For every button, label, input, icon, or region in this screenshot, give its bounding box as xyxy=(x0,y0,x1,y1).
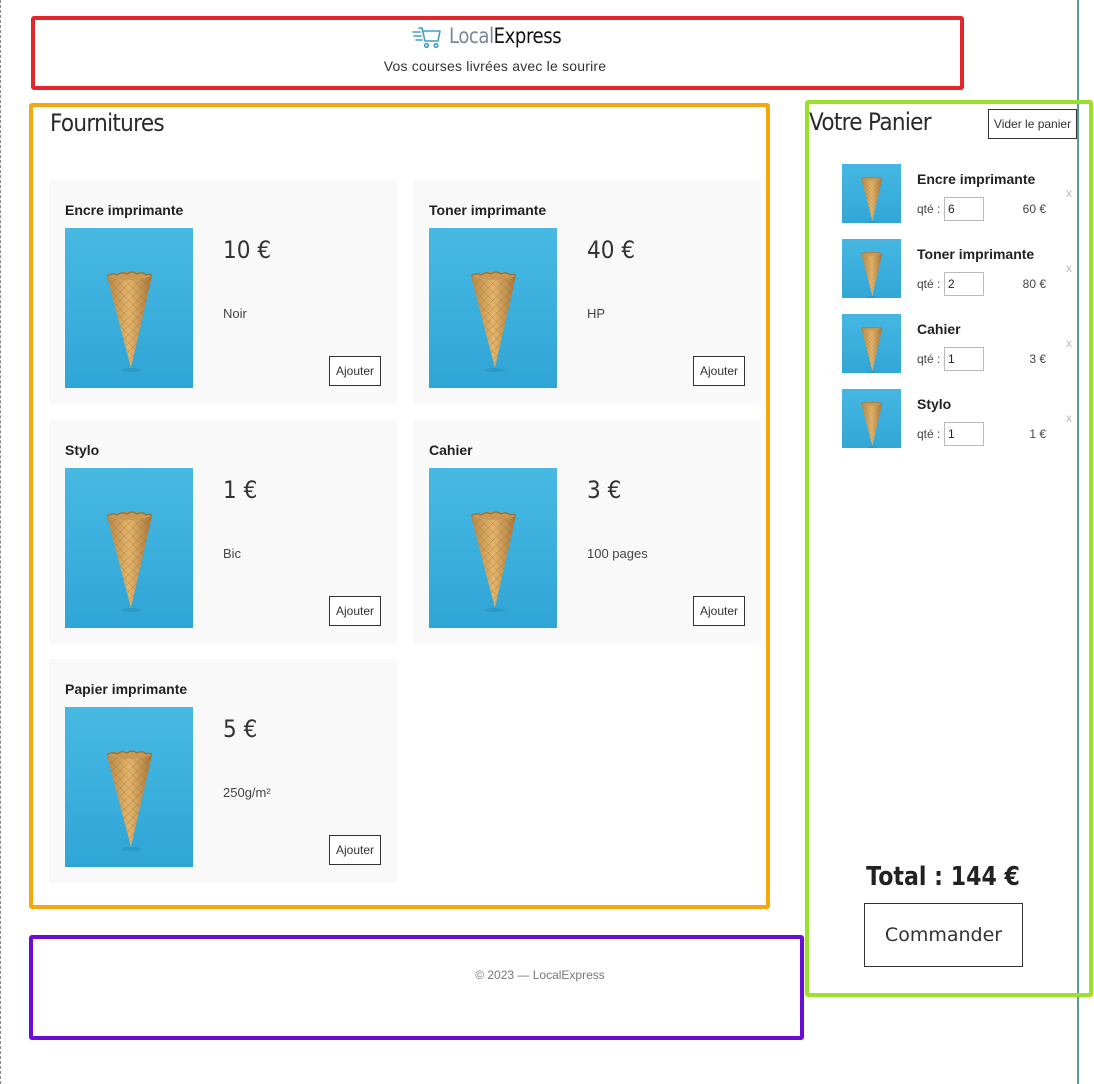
cart-total: Total : 144 € xyxy=(866,862,1020,892)
cart-item-thumbnail xyxy=(842,314,901,373)
product-description: Bic xyxy=(223,546,242,561)
cart-item-name: Cahier xyxy=(917,321,961,337)
add-to-cart-button[interactable]: Ajouter xyxy=(329,356,381,386)
add-to-cart-button[interactable]: Ajouter xyxy=(329,835,381,865)
cart-item: Cahier qté : 3 € x xyxy=(842,314,1072,374)
product-name: Stylo xyxy=(65,442,100,458)
product-name: Papier imprimante xyxy=(65,681,188,697)
product-card: Encre imprimante 10 € Noir Ajouter xyxy=(49,180,397,404)
product-description: 100 pages xyxy=(587,546,648,561)
product-description: Noir xyxy=(223,306,247,321)
logo-text-express: Express xyxy=(493,24,561,48)
remove-item-button[interactable]: x xyxy=(1066,186,1072,200)
qty-label: qté : xyxy=(917,352,941,366)
product-name: Cahier xyxy=(429,442,473,458)
cart-item-total: 60 € xyxy=(1022,202,1046,216)
logo[interactable]: LocalExpress xyxy=(40,22,950,50)
highlight-footer-region xyxy=(29,935,804,1040)
product-card: Papier imprimante 5 € 250g/m² Ajouter xyxy=(49,659,397,883)
tagline: Vos courses livrées avec le sourire xyxy=(383,58,607,74)
clear-cart-button[interactable]: Vider le panier xyxy=(988,109,1077,139)
cart-item: Toner imprimante qté : 80 € x xyxy=(842,239,1072,299)
cart-item-thumbnail xyxy=(842,389,901,448)
window-right-edge xyxy=(1077,0,1079,1084)
cart-item-total: 1 € xyxy=(1029,427,1046,441)
product-card: Toner imprimante 40 € HP Ajouter xyxy=(413,180,761,404)
product-name: Encre imprimante xyxy=(65,202,184,218)
cart-item-name: Toner imprimante xyxy=(917,246,1035,262)
cart-item-name: Encre imprimante xyxy=(917,171,1036,187)
catalog-title: Fournitures xyxy=(50,109,165,137)
product-image xyxy=(65,468,193,628)
product-price: 3 € xyxy=(587,476,622,504)
add-to-cart-button[interactable]: Ajouter xyxy=(693,356,745,386)
qty-input[interactable] xyxy=(944,197,984,221)
window-left-edge xyxy=(0,0,2,1084)
qty-label: qté : xyxy=(917,427,941,441)
logo-text-local: Local xyxy=(448,24,494,48)
qty-input[interactable] xyxy=(944,272,984,296)
product-price: 10 € xyxy=(223,236,272,264)
cart-item-total: 80 € xyxy=(1022,277,1046,291)
product-price: 1 € xyxy=(223,476,258,504)
site-header: LocalExpress Vos courses livrées avec le… xyxy=(40,20,950,84)
qty-label: qté : xyxy=(917,202,941,216)
add-to-cart-button[interactable]: Ajouter xyxy=(693,596,745,626)
qty-input[interactable] xyxy=(944,347,984,371)
remove-item-button[interactable]: x xyxy=(1066,336,1072,350)
remove-item-button[interactable]: x xyxy=(1066,411,1072,425)
product-image xyxy=(429,468,557,628)
logo-text: LocalExpress xyxy=(448,24,562,48)
product-description: HP xyxy=(587,306,606,321)
shopping-cart-icon xyxy=(411,27,441,49)
product-image xyxy=(65,707,193,867)
cart-item-thumbnail xyxy=(842,239,901,298)
product-image xyxy=(429,228,557,388)
cart-title: Votre Panier xyxy=(809,108,932,136)
order-button[interactable]: Commander xyxy=(864,903,1023,967)
cart-item: Encre imprimante qté : 60 € x xyxy=(842,164,1072,224)
qty-label: qté : xyxy=(917,277,941,291)
product-image xyxy=(65,228,193,388)
qty-input[interactable] xyxy=(944,422,984,446)
product-card: Cahier 3 € 100 pages Ajouter xyxy=(413,420,761,644)
product-description: 250g/m² xyxy=(223,785,271,800)
product-price: 40 € xyxy=(587,236,636,264)
cart-item: Stylo qté : 1 € x xyxy=(842,389,1072,449)
product-card: Stylo 1 € Bic Ajouter xyxy=(49,420,397,644)
product-price: 5 € xyxy=(223,715,258,743)
cart-item-total: 3 € xyxy=(1029,352,1046,366)
cart-item-name: Stylo xyxy=(917,396,952,412)
cart-item-thumbnail xyxy=(842,164,901,223)
remove-item-button[interactable]: x xyxy=(1066,261,1072,275)
add-to-cart-button[interactable]: Ajouter xyxy=(329,596,381,626)
site-footer: © 2023 — LocalExpress xyxy=(475,968,605,982)
product-name: Toner imprimante xyxy=(429,202,547,218)
